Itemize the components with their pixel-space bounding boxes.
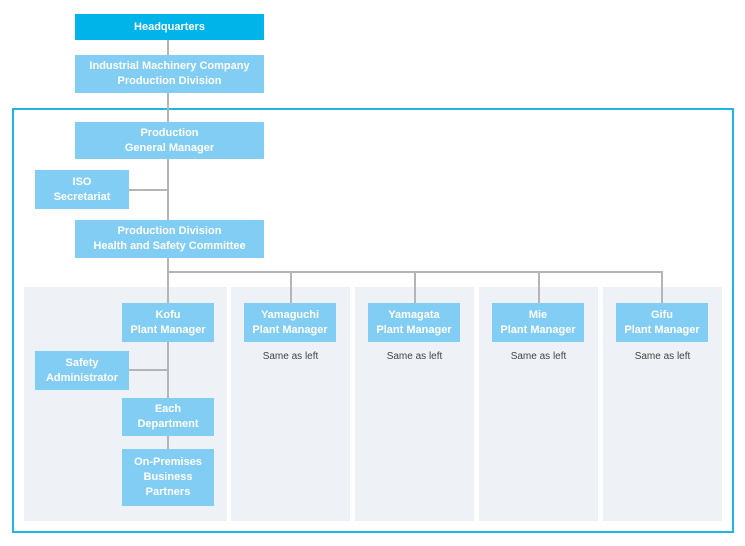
- headquarters-node: Headquarters: [75, 14, 264, 40]
- yamaguchi-plant-manager-node: Yamaguchi Plant Manager: [244, 303, 336, 342]
- safety-connector: [129, 369, 168, 371]
- safety-administrator-node: Safety Administrator: [35, 351, 129, 390]
- yamaguchi-drop-connector: [290, 271, 292, 303]
- yamaguchi-note: Same as left: [262, 351, 319, 362]
- iso-secretariat-node: ISO Secretariat: [35, 170, 129, 209]
- mie-plant-manager-node: Mie Plant Manager: [492, 303, 584, 342]
- general-manager-node: Production General Manager: [75, 122, 264, 159]
- iso-connector: [129, 189, 168, 191]
- yamagata-drop-connector: [414, 271, 416, 303]
- yamagata-note: Same as left: [386, 351, 443, 362]
- gifu-drop-connector: [661, 271, 663, 303]
- division-node: Industrial Machinery Company Production …: [75, 55, 264, 93]
- mie-drop-connector: [538, 271, 540, 303]
- gifu-note: Same as left: [634, 351, 691, 362]
- each-department-node: Each Department: [122, 398, 214, 436]
- gifu-plant-manager-node: Gifu Plant Manager: [616, 303, 708, 342]
- yamagata-plant-manager-node: Yamagata Plant Manager: [368, 303, 460, 342]
- kofu-drop-connector: [167, 271, 169, 303]
- kofu-plant-manager-node: Kofu Plant Manager: [122, 303, 214, 342]
- committee-node: Production Division Health and Safety Co…: [75, 220, 264, 258]
- business-partners-node: On-Premises Business Partners: [122, 449, 214, 506]
- mie-note: Same as left: [510, 351, 567, 362]
